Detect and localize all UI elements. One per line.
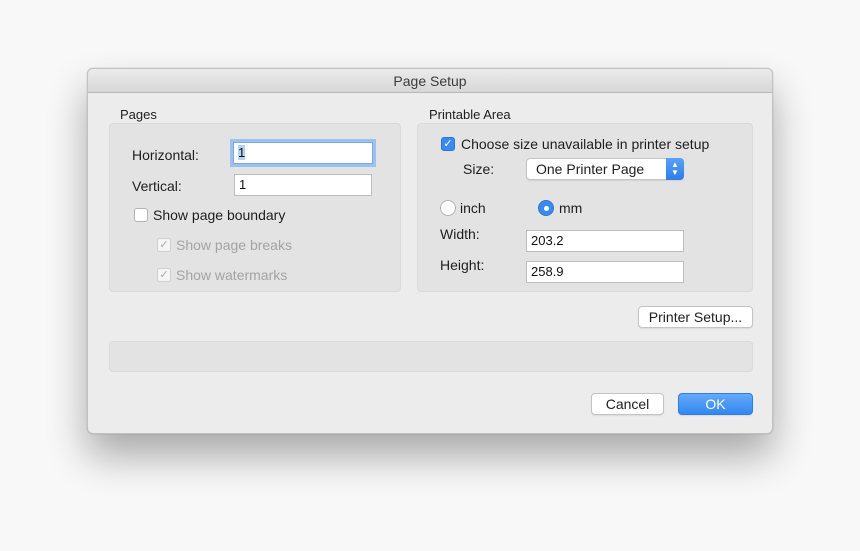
inch-label[interactable]: inch (460, 200, 486, 216)
vertical-label: Vertical: (132, 178, 182, 194)
popup-stepper-icon: ▲ ▼ (666, 158, 684, 180)
width-label: Width: (440, 226, 480, 242)
width-input[interactable]: 203.2 (526, 230, 684, 252)
printable-area-group-label: Printable Area (429, 107, 511, 122)
printer-setup-button[interactable]: Printer Setup... (638, 306, 753, 328)
height-input[interactable]: 258.9 (526, 261, 684, 283)
ok-button[interactable]: OK (678, 393, 753, 415)
window-title: Page Setup (88, 69, 772, 93)
inch-radio[interactable] (440, 200, 456, 216)
show-page-boundary-label[interactable]: Show page boundary (153, 207, 285, 223)
width-value: 203.2 (531, 233, 564, 248)
choose-size-checkbox[interactable]: ✓ (441, 137, 455, 151)
mm-radio[interactable] (538, 200, 554, 216)
page-setup-dialog: Page Setup Pages Horizontal: 1 Vertical:… (87, 68, 773, 434)
height-value: 258.9 (531, 264, 564, 279)
checkmark-icon: ✓ (159, 239, 169, 251)
mm-label[interactable]: mm (559, 200, 582, 216)
show-watermarks-label: Show watermarks (176, 267, 288, 283)
vertical-input[interactable]: 1 (234, 174, 372, 196)
pages-group-label: Pages (120, 107, 157, 122)
printable-area-group: ✓ Choose size unavailable in printer set… (417, 123, 753, 292)
size-popup[interactable]: One Printer Page ▲ ▼ (526, 158, 684, 180)
horizontal-label: Horizontal: (132, 147, 199, 163)
cancel-button[interactable]: Cancel (591, 393, 664, 415)
pages-group: Horizontal: 1 Vertical: 1 Show page boun… (109, 123, 401, 292)
status-area (109, 341, 753, 372)
choose-size-label[interactable]: Choose size unavailable in printer setup (461, 136, 709, 152)
size-label: Size: (463, 161, 495, 177)
checkmark-icon: ✓ (443, 138, 453, 150)
show-page-breaks-label: Show page breaks (176, 237, 292, 253)
show-page-breaks-checkbox[interactable]: ✓ (157, 238, 171, 252)
horizontal-input[interactable]: 1 (233, 142, 373, 164)
show-watermarks-checkbox[interactable]: ✓ (157, 268, 171, 282)
height-label: Height: (440, 257, 485, 273)
vertical-value: 1 (239, 177, 247, 192)
show-page-boundary-checkbox[interactable] (134, 208, 148, 222)
horizontal-value: 1 (238, 145, 246, 160)
size-popup-value: One Printer Page (536, 161, 645, 177)
checkmark-icon: ✓ (159, 269, 169, 281)
